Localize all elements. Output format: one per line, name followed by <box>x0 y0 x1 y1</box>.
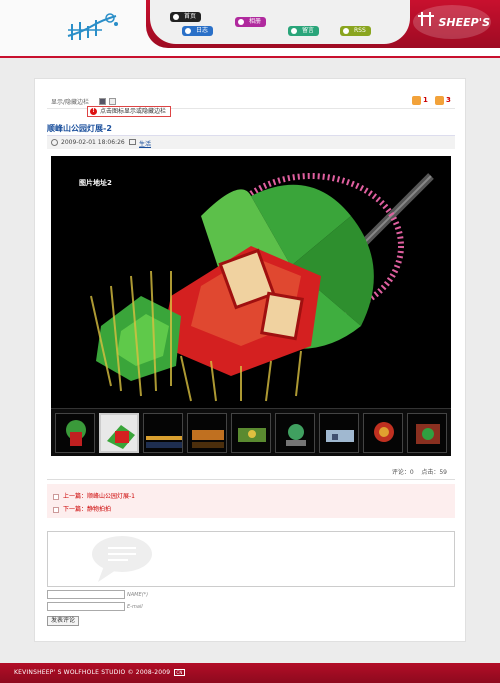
thumbnail[interactable] <box>319 413 359 453</box>
clock-icon <box>51 139 58 146</box>
photo-caption: 图片地址2 <box>79 179 112 187</box>
thumbnail[interactable] <box>363 413 403 453</box>
next-post-link[interactable]: 下一篇：静物拍拍 <box>53 504 111 513</box>
post-meta: 2009-02-01 18:06:26 生活 <box>47 135 455 149</box>
post-category[interactable]: 生活 <box>139 139 151 148</box>
next-post-text: 下一篇：静物拍拍 <box>63 506 112 513</box>
email-field[interactable] <box>47 602 125 611</box>
thumbnail-active[interactable] <box>99 413 139 453</box>
album-icon <box>238 19 244 25</box>
header-nav-curve <box>150 0 410 44</box>
thumbnail[interactable] <box>187 413 227 453</box>
tooltip-text: 点击图标显示或隐藏边栏 <box>100 108 167 115</box>
nav-home[interactable]: 首页 <box>170 12 202 22</box>
nav-guestbook[interactable]: 留言 <box>288 26 320 36</box>
divider <box>47 479 455 480</box>
nav-rss-label: RSS <box>354 27 366 34</box>
nav-home-label: 首页 <box>184 13 197 20</box>
nav-album-label: 相册 <box>249 18 262 25</box>
thumb-down-icon[interactable] <box>412 96 421 105</box>
comment-textarea[interactable] <box>47 531 455 587</box>
view-count: 点击：59 <box>421 469 447 476</box>
content-panel: 显示/隐藏边栏 1 3 ! 点击图标显示或隐藏边栏 顺峰山公园灯展-2 2009… <box>34 78 466 642</box>
site-footer: KEVINSHEEP' S WOLFHOLE STUDIO © 2008-200… <box>0 663 500 683</box>
header-underline <box>0 56 500 58</box>
guestbook-icon <box>291 28 297 34</box>
name-field-label: NAME(*) <box>127 592 149 598</box>
prev-post-link[interactable]: 上一篇：顺峰山公园灯展-1 <box>53 491 135 500</box>
speech-bubble-icon <box>92 536 152 582</box>
site-header: 首页 日志 相册 留言 RSS SHEEP'S <box>0 0 500 58</box>
sidebar-show-icon[interactable] <box>99 98 106 105</box>
category-icon <box>129 139 136 145</box>
language-badge[interactable]: CN <box>174 669 185 676</box>
thumbnail[interactable] <box>275 413 315 453</box>
nav-blog-label: 日志 <box>196 27 209 34</box>
home-icon <box>173 14 179 20</box>
stat-count-1: 1 <box>423 96 428 104</box>
sidebar-hide-icon[interactable] <box>109 98 116 105</box>
thumbnail[interactable] <box>407 413 447 453</box>
nav-blog[interactable]: 日志 <box>182 26 214 36</box>
submit-comment-button[interactable]: 发表评论 <box>47 616 80 626</box>
nav-guestbook-label: 留言 <box>302 27 315 34</box>
stat-count-2: 3 <box>446 96 451 104</box>
warning-icon: ! <box>90 108 97 115</box>
post-navigation: 上一篇：顺峰山公园灯展-1 下一篇：静物拍拍 <box>47 484 455 518</box>
nav-album[interactable]: 相册 <box>235 17 267 27</box>
site-logo[interactable] <box>62 10 120 44</box>
prev-post-text: 上一篇：顺峰山公园灯展-1 <box>63 493 135 500</box>
thumbnail[interactable] <box>55 413 95 453</box>
thumbnail[interactable] <box>231 413 271 453</box>
thumb-up-icon[interactable] <box>435 96 444 105</box>
name-field[interactable] <box>47 590 125 599</box>
rss-icon <box>343 28 349 34</box>
nav-rss[interactable]: RSS <box>340 26 371 36</box>
thumbnail[interactable] <box>143 413 183 453</box>
post-date: 2009-02-01 18:06:26 <box>61 139 125 146</box>
thumbnail-strip <box>51 408 451 456</box>
next-icon <box>53 506 59 513</box>
email-field-label: E-mail <box>127 604 143 610</box>
prev-icon <box>53 493 59 500</box>
sidebar-toggle-label: 显示/隐藏边栏 <box>51 99 90 106</box>
comment-count: 评论：0 <box>391 469 414 476</box>
lantern-image <box>51 156 451 408</box>
post-title[interactable]: 顺峰山公园灯展-2 <box>47 123 112 134</box>
post-counts: 评论：0 点击：59 <box>392 467 447 476</box>
footer-text-wrap: KEVINSHEEP' S WOLFHOLE STUDIO © 2008-200… <box>14 669 185 676</box>
footer-copyright: KEVINSHEEP' S WOLFHOLE STUDIO © 2008-200… <box>14 669 171 676</box>
brand-name: SHEEP'S <box>438 16 490 29</box>
sidebar-tooltip: ! 点击图标显示或隐藏边栏 <box>87 106 172 117</box>
blog-icon <box>185 28 191 34</box>
